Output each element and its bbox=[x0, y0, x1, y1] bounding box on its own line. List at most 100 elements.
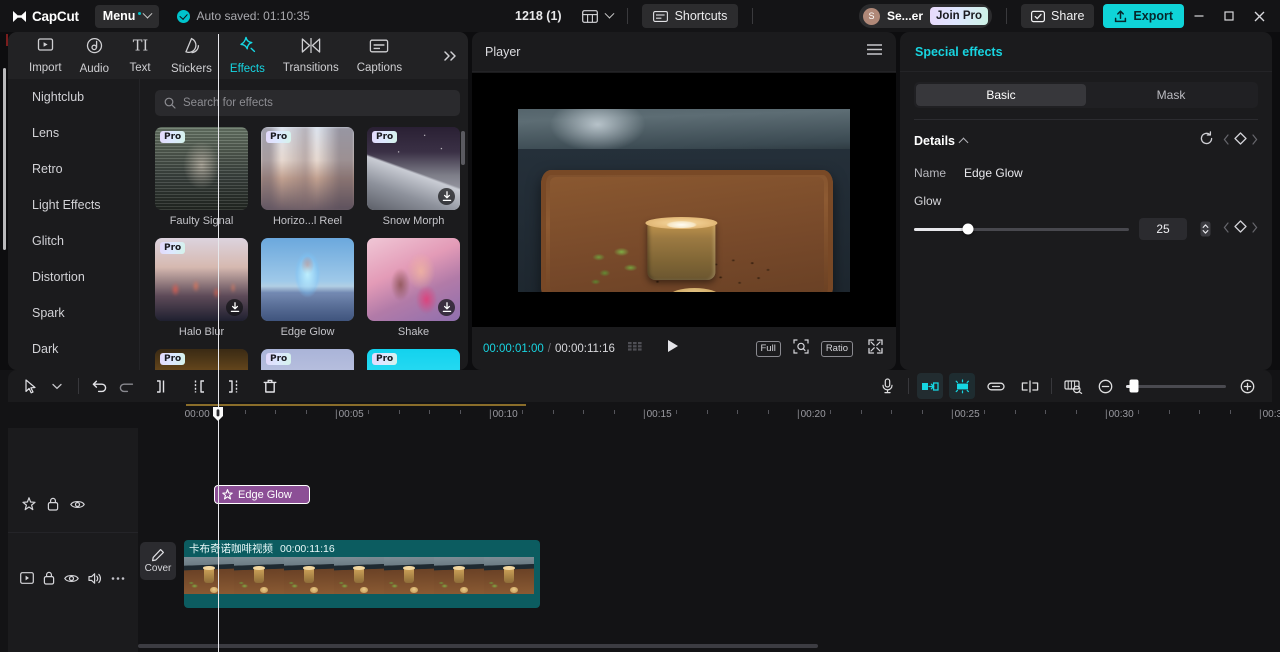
category-list[interactable]: Nightclub Lens Retro Light Effects Glitch Dis… bbox=[8, 79, 139, 370]
video-icon[interactable] bbox=[20, 572, 34, 584]
player-menu-button[interactable] bbox=[866, 43, 883, 61]
effect-icon[interactable] bbox=[22, 497, 36, 511]
player-stage[interactable] bbox=[472, 73, 896, 327]
download-icon[interactable] bbox=[438, 299, 455, 316]
keyframe-next-button[interactable] bbox=[1251, 132, 1258, 150]
category-item-lens[interactable]: Lens bbox=[8, 115, 139, 151]
glow-keyframe-next-button[interactable] bbox=[1251, 220, 1258, 238]
join-pro-badge[interactable]: Join Pro bbox=[930, 7, 989, 25]
effects-scrollbar[interactable] bbox=[461, 131, 465, 165]
glow-slider[interactable] bbox=[914, 223, 1129, 235]
maximize-button[interactable] bbox=[1214, 0, 1244, 32]
scrollbar-thumb[interactable] bbox=[138, 644, 818, 648]
effect-thumbnail[interactable]: Pro bbox=[261, 127, 354, 210]
left-scrollbar[interactable] bbox=[3, 68, 6, 250]
effect-thumbnail[interactable]: Pro bbox=[261, 349, 354, 370]
category-item-spark[interactable]: Spark bbox=[8, 295, 139, 331]
glow-stepper[interactable] bbox=[1197, 218, 1213, 240]
fullscreen-button[interactable] bbox=[868, 338, 883, 359]
more-tabs-button[interactable] bbox=[438, 45, 462, 67]
ratio-button[interactable]: Ratio bbox=[820, 340, 853, 357]
zoom-preview-button[interactable] bbox=[793, 338, 809, 359]
undo-button[interactable] bbox=[87, 373, 113, 399]
effect-thumbnail[interactable]: Pro bbox=[155, 127, 248, 210]
tab-transitions[interactable]: Transitions bbox=[274, 37, 348, 74]
record-voiceover-button[interactable] bbox=[874, 373, 900, 399]
tracks-area[interactable]: Edge Glow Cover 卡布奇诺咖啡视频 00:00:11:16 bbox=[138, 428, 1280, 652]
split-marker-button[interactable] bbox=[1017, 373, 1043, 399]
eye-icon[interactable] bbox=[64, 573, 79, 584]
eye-icon[interactable] bbox=[70, 499, 85, 510]
glow-keyframe-button[interactable] bbox=[1234, 220, 1247, 238]
download-icon[interactable] bbox=[438, 188, 455, 205]
keyframe-prev-button[interactable] bbox=[1223, 132, 1230, 150]
preview-image bbox=[518, 94, 850, 306]
glow-slider-handle[interactable] bbox=[962, 223, 974, 235]
tab-effects[interactable]: Effects bbox=[221, 36, 274, 75]
delete-button[interactable] bbox=[257, 373, 283, 399]
menu-button[interactable]: Menu bbox=[94, 4, 160, 28]
category-item-distortion[interactable]: Distortion bbox=[8, 259, 139, 295]
tab-mask[interactable]: Mask bbox=[1086, 84, 1256, 106]
tab-captions[interactable]: Captions bbox=[348, 38, 411, 74]
frames-button[interactable] bbox=[627, 340, 643, 358]
video-clip[interactable]: 卡布奇诺咖啡视频 00:00:11:16 bbox=[184, 540, 540, 608]
glow-slider-fill bbox=[914, 227, 968, 231]
redo-button[interactable] bbox=[113, 373, 139, 399]
play-button[interactable] bbox=[666, 339, 679, 358]
trim-left-button[interactable] bbox=[185, 373, 211, 399]
minimize-button[interactable] bbox=[1184, 0, 1214, 32]
playhead-handle[interactable] bbox=[212, 406, 224, 422]
tab-import[interactable]: Import bbox=[20, 37, 71, 74]
tab-stickers[interactable]: Stickers bbox=[162, 37, 221, 75]
tab-audio[interactable]: Audio bbox=[71, 37, 118, 75]
download-icon[interactable] bbox=[226, 299, 243, 316]
effect-thumbnail[interactable]: Pro bbox=[367, 127, 460, 210]
glow-keyframe-prev-button[interactable] bbox=[1223, 220, 1230, 238]
category-item-retro[interactable]: Retro bbox=[8, 151, 139, 187]
lock-icon[interactable] bbox=[43, 571, 55, 585]
category-item-dark[interactable]: Dark bbox=[8, 331, 139, 367]
lock-icon[interactable] bbox=[47, 497, 59, 511]
auto-snap-button[interactable] bbox=[917, 373, 943, 399]
tab-text[interactable]: TI Text bbox=[118, 37, 162, 75]
effect-thumbnail[interactable]: Pro bbox=[367, 349, 460, 370]
effect-thumbnail[interactable] bbox=[261, 238, 354, 321]
quality-button[interactable]: Full bbox=[755, 340, 781, 357]
keyframe-button[interactable] bbox=[1234, 132, 1247, 150]
select-tool-dropdown[interactable] bbox=[44, 373, 70, 399]
zoom-in-button[interactable] bbox=[1234, 373, 1260, 399]
category-item-light-effects[interactable]: Light Effects bbox=[8, 187, 139, 223]
effect-thumbnail[interactable]: Pro bbox=[155, 238, 248, 321]
more-icon[interactable] bbox=[111, 576, 125, 581]
zoom-out-button[interactable] bbox=[1092, 373, 1118, 399]
cover-button[interactable]: Cover bbox=[140, 542, 176, 580]
category-item-nightclub[interactable]: Nightclub bbox=[8, 79, 139, 115]
tab-basic[interactable]: Basic bbox=[916, 84, 1086, 106]
glow-value-input[interactable]: 25 bbox=[1139, 218, 1187, 240]
category-item-glitch[interactable]: Glitch bbox=[8, 223, 139, 259]
select-tool-button[interactable] bbox=[18, 373, 44, 399]
preview-thumbnails-button[interactable] bbox=[1060, 373, 1086, 399]
trim-right-button[interactable] bbox=[221, 373, 247, 399]
volume-icon[interactable] bbox=[88, 572, 102, 585]
effect-clip-edge-glow[interactable]: Edge Glow bbox=[214, 485, 310, 504]
account-button[interactable]: S Se...er Join Pro bbox=[859, 4, 993, 28]
effect-thumbnail[interactable] bbox=[367, 238, 460, 321]
share-button[interactable]: Share bbox=[1021, 4, 1095, 28]
timeline-horizontal-scrollbar[interactable] bbox=[138, 644, 1268, 648]
shortcuts-button[interactable]: Shortcuts bbox=[641, 4, 739, 28]
zoom-slider[interactable] bbox=[1126, 379, 1226, 393]
close-button[interactable] bbox=[1244, 0, 1274, 32]
search-input[interactable]: Search for effects bbox=[155, 90, 460, 116]
layout-button[interactable] bbox=[581, 8, 615, 23]
timeline-ruler[interactable]: 00:00 00:05 00:10 00:15 00:20 00:25 00:30 00:35 bbox=[0, 404, 1280, 428]
zoom-slider-handle[interactable] bbox=[1129, 379, 1139, 393]
export-button[interactable]: Export bbox=[1103, 4, 1184, 28]
reset-button[interactable] bbox=[1199, 131, 1214, 151]
effect-thumbnail[interactable]: Pro bbox=[155, 349, 248, 370]
split-button[interactable] bbox=[149, 373, 175, 399]
magnetic-timeline-button[interactable] bbox=[949, 373, 975, 399]
details-toggle[interactable]: Details bbox=[914, 134, 969, 148]
link-clips-button[interactable] bbox=[983, 373, 1009, 399]
